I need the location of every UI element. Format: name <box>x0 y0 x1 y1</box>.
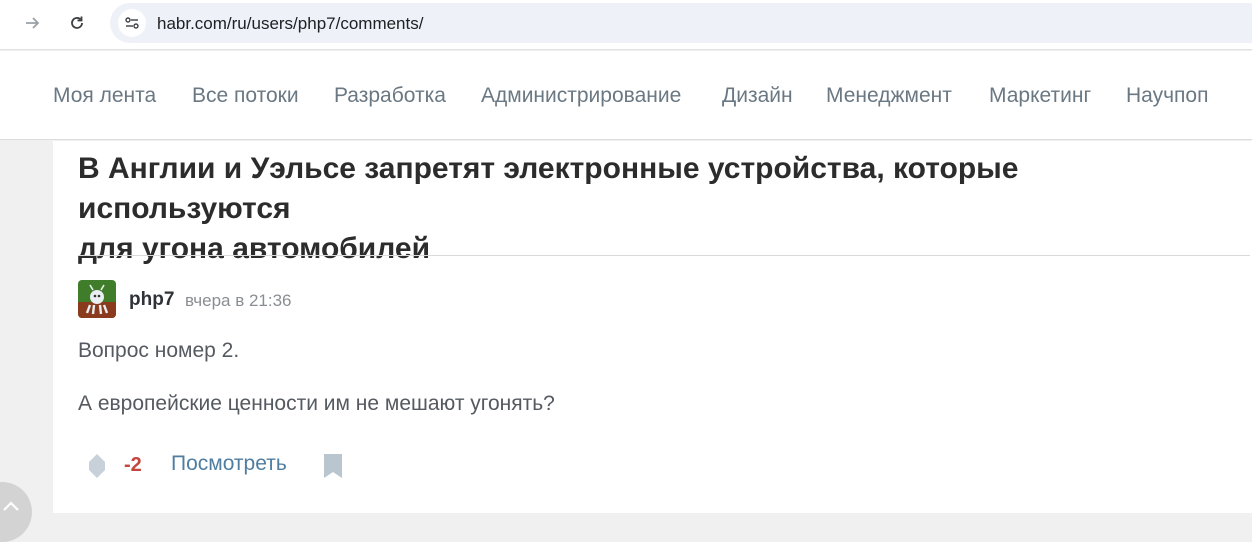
nav-item-all-flows[interactable]: Все потоки <box>192 84 299 108</box>
left-gutter <box>0 141 53 513</box>
comment-paragraph: Вопрос номер 2. <box>78 339 240 362</box>
address-bar[interactable]: habr.com/ru/users/php7/comments/ <box>110 3 1252 43</box>
post-title-line-2[interactable]: для угона автомобилей <box>78 232 430 265</box>
comment-paragraph: А европейские ценности им не мешают угон… <box>78 392 555 415</box>
view-button[interactable]: Посмотреть <box>171 452 287 476</box>
bookmark-icon[interactable] <box>322 452 344 485</box>
nav-item-management[interactable]: Менеджмент <box>826 84 952 108</box>
vote-icon[interactable] <box>87 452 107 485</box>
habr-flow-nav: Моя лента Все потоки Разработка Админист… <box>0 51 1252 140</box>
comments-panel: В Англии и Уэльсе запретят электронные у… <box>53 141 1252 513</box>
site-info-icon[interactable] <box>118 9 146 37</box>
browser-toolbar: habr.com/ru/users/php7/comments/ <box>0 0 1252 50</box>
avatar[interactable] <box>78 280 116 318</box>
nav-item-marketing[interactable]: Маркетинг <box>989 84 1091 108</box>
comment-time[interactable]: вчера в 21:36 <box>185 291 292 311</box>
url-text[interactable]: habr.com/ru/users/php7/comments/ <box>157 14 423 34</box>
reload-icon[interactable] <box>62 8 92 38</box>
nav-item-design[interactable]: Дизайн <box>722 84 793 108</box>
chevron-up-icon <box>3 501 19 511</box>
post-title[interactable]: В Англии и Уэльсе запретят электронные у… <box>78 149 1228 269</box>
nav-item-my-feed[interactable]: Моя лента <box>53 84 156 108</box>
nav-item-popsci[interactable]: Научпоп <box>1126 84 1208 108</box>
post-title-line-1[interactable]: В Англии и Уэльсе запретят электронные у… <box>78 152 1018 225</box>
comment-author[interactable]: php7 <box>129 289 174 311</box>
comment-score: -2 <box>124 454 142 476</box>
nav-item-administration[interactable]: Администрирование <box>481 84 681 108</box>
nav-item-development[interactable]: Разработка <box>334 84 446 108</box>
divider <box>78 255 1250 256</box>
forward-icon[interactable] <box>18 8 48 38</box>
